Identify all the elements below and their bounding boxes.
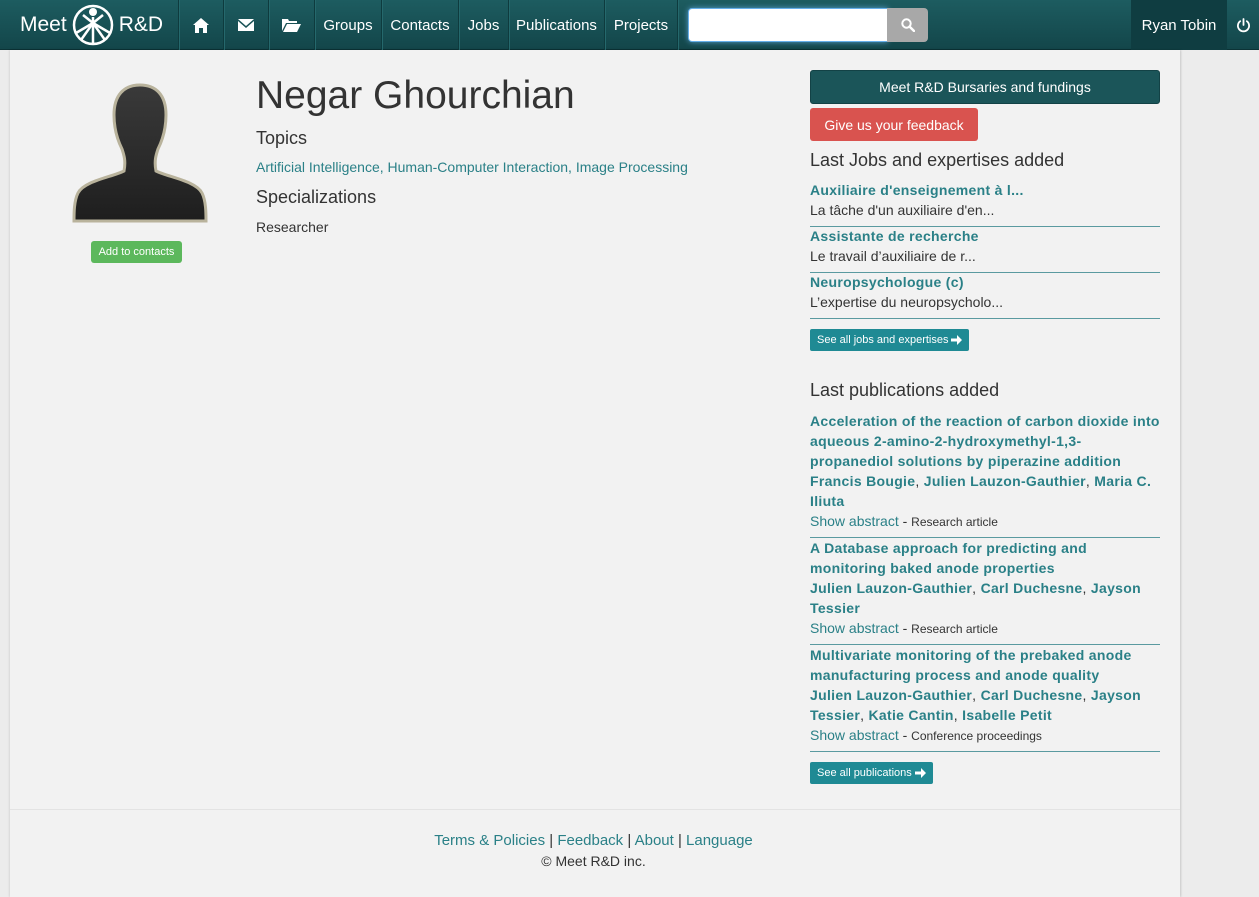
nav-publications[interactable]: Publications bbox=[509, 0, 604, 50]
nav-contacts[interactable]: Contacts bbox=[382, 0, 458, 50]
nav-folders[interactable] bbox=[269, 0, 314, 50]
publication-type: Conference proceedings bbox=[911, 729, 1042, 743]
folder-open-icon bbox=[282, 19, 301, 32]
topic-separator: , bbox=[379, 159, 388, 175]
author-link[interactable]: Isabelle Petit bbox=[962, 707, 1052, 723]
nav-projects[interactable]: Projects bbox=[605, 0, 677, 50]
show-abstract-link[interactable]: Show abstract bbox=[810, 620, 899, 636]
topics-list: Artificial Intelligence, Human-Computer … bbox=[256, 159, 688, 175]
topics-heading: Topics bbox=[256, 128, 308, 148]
publication-meta: Show abstract - Research article bbox=[810, 513, 998, 529]
publication-meta: Show abstract - Conference proceedings bbox=[810, 727, 1042, 743]
job-description: La tâche d'un auxiliaire d'en... bbox=[810, 202, 995, 218]
feedback-button[interactable]: Give us your feedback bbox=[810, 108, 978, 141]
footer-feedback-link[interactable]: Feedback bbox=[557, 832, 623, 849]
add-to-contacts-button[interactable]: Add to contacts bbox=[91, 241, 182, 263]
jobs-heading: Last Jobs and expertises added bbox=[810, 150, 1065, 170]
see-all-jobs-label: See all jobs and expertises bbox=[817, 334, 949, 346]
publication-title-link[interactable]: Acceleration of the reaction of carbon d… bbox=[810, 411, 1160, 471]
show-abstract-link[interactable]: Show abstract bbox=[810, 727, 899, 743]
user-menu[interactable]: Ryan Tobin bbox=[1131, 0, 1227, 50]
job-item: Auxiliaire d'enseignement à l... La tâch… bbox=[810, 181, 1160, 227]
see-all-publications-label: See all publications bbox=[817, 767, 912, 779]
author-link[interactable]: Katie Cantin bbox=[869, 707, 954, 723]
brand-logo[interactable]: Meet R&D bbox=[0, 0, 178, 50]
envelope-icon bbox=[238, 19, 254, 31]
publication-title-link[interactable]: A Database approach for predicting and m… bbox=[810, 538, 1160, 578]
publication-authors: Francis Bougie, Julien Lauzon-Gauthier, … bbox=[810, 473, 1152, 509]
topic-link[interactable]: Image Processing bbox=[576, 159, 688, 175]
show-abstract-link[interactable]: Show abstract bbox=[810, 513, 899, 529]
nav-divider bbox=[677, 0, 678, 50]
publications-heading: Last publications added bbox=[810, 380, 1000, 400]
publication-meta: Show abstract - Research article bbox=[810, 620, 998, 636]
search-icon bbox=[900, 18, 915, 32]
home-icon bbox=[193, 17, 209, 33]
author-link[interactable]: Julien Lauzon-Gauthier bbox=[810, 580, 972, 596]
footer-about-link[interactable]: About bbox=[635, 832, 674, 849]
specialization-value: Researcher bbox=[256, 219, 329, 235]
author-link[interactable]: Carl Duchesne bbox=[981, 580, 1083, 596]
arrow-right-icon bbox=[951, 335, 963, 345]
job-title-link[interactable]: Auxiliaire d'enseignement à l... bbox=[810, 182, 1024, 198]
avatar bbox=[72, 83, 208, 223]
nav-groups[interactable]: Groups bbox=[315, 0, 381, 50]
topic-separator: , bbox=[568, 159, 576, 175]
arrow-right-icon bbox=[914, 768, 926, 778]
publication-type: Research article bbox=[911, 622, 998, 636]
author-link[interactable]: Julien Lauzon-Gauthier bbox=[810, 687, 972, 703]
logo-icon bbox=[72, 4, 113, 46]
publication-authors: Julien Lauzon-Gauthier, Carl Duchesne, J… bbox=[810, 580, 1141, 616]
job-item: Neuropsychologue (c) L’expertise du neur… bbox=[810, 273, 1160, 319]
nav-home[interactable] bbox=[179, 0, 223, 50]
footer-links: Terms & Policies | Feedback | About | La… bbox=[434, 832, 753, 849]
job-item: Assistante de recherche Le travail d’aux… bbox=[810, 227, 1160, 273]
publication-item: Multivariate monitoring of the prebaked … bbox=[810, 645, 1160, 752]
search-button[interactable] bbox=[887, 8, 928, 42]
publication-title-link[interactable]: Multivariate monitoring of the prebaked … bbox=[810, 645, 1160, 685]
publication-authors: Julien Lauzon-Gauthier, Carl Duchesne, J… bbox=[810, 687, 1141, 723]
author-link[interactable]: Francis Bougie bbox=[810, 473, 915, 489]
topic-link[interactable]: Human-Computer Interaction bbox=[388, 159, 569, 175]
specializations-heading: Specializations bbox=[256, 187, 377, 207]
copyright: © Meet R&D inc. bbox=[541, 853, 646, 869]
see-all-publications-button[interactable]: See all publications bbox=[810, 762, 933, 784]
brand-text-left: Meet bbox=[20, 13, 67, 36]
page-container: Add to contacts Negar Ghourchian Topics … bbox=[10, 50, 1180, 897]
bursaries-button[interactable]: Meet R&D Bursaries and fundings bbox=[810, 70, 1160, 104]
power-icon bbox=[1236, 17, 1250, 32]
publication-item: A Database approach for predicting and m… bbox=[810, 538, 1160, 645]
publication-item: Acceleration of the reaction of carbon d… bbox=[810, 411, 1160, 538]
footer-terms-link[interactable]: Terms & Policies bbox=[434, 832, 545, 849]
nav-messages[interactable] bbox=[224, 0, 268, 50]
job-title-link[interactable]: Neuropsychologue (c) bbox=[810, 274, 964, 290]
profile-name: Negar Ghourchian bbox=[256, 74, 575, 117]
topic-link[interactable]: Artificial Intelligence bbox=[256, 159, 380, 175]
footer-divider bbox=[10, 809, 1180, 810]
brand-text-right: R&D bbox=[118, 13, 164, 36]
job-description: L’expertise du neuropsycholo... bbox=[810, 294, 1004, 310]
nav-jobs[interactable]: Jobs bbox=[459, 0, 508, 50]
author-link[interactable]: Carl Duchesne bbox=[981, 687, 1083, 703]
search-input[interactable] bbox=[688, 8, 888, 42]
job-title-link[interactable]: Assistante de recherche bbox=[810, 228, 979, 244]
publication-type: Research article bbox=[911, 515, 998, 529]
logout-button[interactable] bbox=[1227, 0, 1259, 50]
see-all-jobs-button[interactable]: See all jobs and expertises bbox=[810, 329, 970, 351]
job-description: Le travail d’auxiliaire de r... bbox=[810, 248, 976, 264]
footer-language-link[interactable]: Language bbox=[686, 832, 753, 849]
author-link[interactable]: Julien Lauzon-Gauthier bbox=[924, 473, 1086, 489]
navbar: Meet R&D Groups Contacts Jobs Publicatio… bbox=[0, 0, 1259, 50]
